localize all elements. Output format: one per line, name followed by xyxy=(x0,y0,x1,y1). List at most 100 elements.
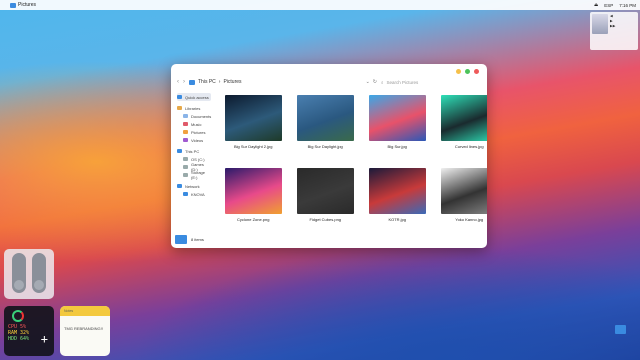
album-art xyxy=(592,14,608,34)
maximize-button[interactable] xyxy=(465,68,470,74)
volume-slider[interactable] xyxy=(12,253,26,293)
close-button[interactable] xyxy=(474,68,479,74)
file-item[interactable]: KOTR.jpg xyxy=(365,168,429,239)
media-widget[interactable]: ◀ ▶ ▶▶ xyxy=(590,12,638,50)
drive-icon xyxy=(183,165,188,169)
brightness-slider[interactable] xyxy=(32,253,46,293)
sidebar-item-label: Storage (E:) xyxy=(191,170,206,180)
add-widget-button[interactable]: + xyxy=(41,332,48,346)
sidebar-item[interactable]: Videos xyxy=(177,136,211,144)
item-count: 8 items xyxy=(191,237,204,242)
sidebar-item[interactable]: Quick access xyxy=(177,93,212,101)
file-thumbnail xyxy=(296,168,354,214)
file-item[interactable]: Cyclone Zone.png xyxy=(221,168,285,239)
note-text[interactable]: TMG REBRANDING!! xyxy=(60,316,110,341)
media-controls: ◀ ▶ ▶▶ xyxy=(610,14,615,48)
file-item[interactable]: Big Sur.jpg xyxy=(365,95,429,166)
breadcrumb-this-pc[interactable]: This PC xyxy=(198,79,216,85)
status-bar: 8 items xyxy=(175,235,204,244)
file-thumbnail xyxy=(368,168,426,214)
file-name: Cyclone Zone.png xyxy=(237,217,270,222)
play-icon[interactable]: ▶ xyxy=(610,19,615,23)
keyboard-language[interactable]: ESP xyxy=(604,3,613,8)
file-thumbnail xyxy=(296,95,354,141)
file-name: Big Sur.jpg xyxy=(387,144,407,149)
back-icon[interactable]: ‹ xyxy=(177,79,179,85)
volume-brightness-widget xyxy=(4,249,54,299)
file-name: Big Sur Daylight.jpg xyxy=(307,144,343,149)
sidebar-item-label: Quick access xyxy=(185,94,209,100)
search-icon: ⌕ xyxy=(381,79,384,85)
file-grid: Big Sur Daylight 2.jpg Big Sur Daylight.j… xyxy=(217,89,487,239)
breadcrumb-separator: › xyxy=(218,79,221,85)
file-thumbnail xyxy=(440,95,487,141)
star-icon xyxy=(177,95,182,99)
navigation-pane: Quick access Libraries Documents Music Pictu… xyxy=(171,89,217,239)
sticky-note-widget[interactable]: Notes TMG REBRANDING!! xyxy=(60,306,110,356)
active-app[interactable]: Pictures xyxy=(10,2,36,8)
library-icon xyxy=(177,106,182,110)
address-bar[interactable]: This PC › Pictures ⌄ ↻ xyxy=(189,77,377,87)
file-thumbnail xyxy=(224,95,282,141)
breadcrumb-pictures[interactable]: Pictures xyxy=(223,79,241,85)
file-item[interactable]: Yoko Kanno.jpg xyxy=(437,168,487,239)
chevron-down-icon[interactable]: ⌄ xyxy=(366,79,370,85)
sidebar-item[interactable]: Pictures xyxy=(177,128,211,136)
note-header: Notes xyxy=(60,306,110,316)
file-name: Fidget Cubes.png xyxy=(309,217,342,222)
sidebar-item[interactable]: Music xyxy=(177,120,211,128)
sidebar-item-label: Music xyxy=(191,121,202,127)
sidebar-item[interactable]: KNOVA xyxy=(177,190,211,198)
clock[interactable]: 7:16 PM xyxy=(619,3,636,8)
document-icon xyxy=(183,114,188,118)
sidebar-item-label: Videos xyxy=(191,137,204,143)
next-icon[interactable]: ▶▶ xyxy=(610,24,615,28)
prev-icon[interactable]: ◀ xyxy=(610,14,615,18)
video-icon xyxy=(183,138,188,142)
pictures-icon xyxy=(183,130,188,134)
file-item[interactable]: Big Sur Daylight 2.jpg xyxy=(221,95,285,166)
sidebar-item[interactable]: This PC xyxy=(177,147,211,155)
folder-icon xyxy=(10,2,16,8)
pc-icon xyxy=(177,149,182,153)
refresh-icon[interactable]: ↻ xyxy=(373,79,377,85)
pc-icon xyxy=(189,79,195,85)
sidebar-item-label: This PC xyxy=(185,148,200,154)
menu-bar: Pictures ⏏ ESP 7:16 PM xyxy=(0,0,640,10)
file-name: Big Sur Daylight 2.jpg xyxy=(234,144,273,149)
sidebar-item-label: Network xyxy=(185,183,200,189)
sidebar-item[interactable]: Network xyxy=(177,182,211,190)
folder-icon xyxy=(175,235,187,244)
file-thumbnail xyxy=(224,168,282,214)
minimize-button[interactable] xyxy=(456,68,461,74)
explorer-toolbar: ‹ › This PC › Pictures ⌄ ↻ ⌕ Search Pict… xyxy=(171,75,487,89)
file-item[interactable]: Big Sur Daylight.jpg xyxy=(293,95,357,166)
drive-icon xyxy=(183,173,188,177)
sidebar-item-label: Documents xyxy=(191,113,212,119)
menubar-status: ⏏ ESP 7:16 PM xyxy=(594,2,636,8)
computer-icon xyxy=(183,192,188,196)
sidebar-item-label: KNOVA xyxy=(191,191,205,197)
usage-ring-icon xyxy=(12,310,24,322)
file-item[interactable]: Curved lines.jpg xyxy=(437,95,487,166)
file-thumbnail xyxy=(368,95,426,141)
sidebar-item-label: OS (C:) xyxy=(191,156,205,162)
file-name: Yoko Kanno.jpg xyxy=(455,217,484,222)
window-controls xyxy=(171,67,487,75)
sidebar-item-label: Pictures xyxy=(191,129,206,135)
sidebar-item[interactable]: Libraries xyxy=(177,104,211,112)
desktop-folder-icon[interactable] xyxy=(615,325,626,334)
search-input[interactable]: Search Pictures xyxy=(387,80,419,85)
sidebar-item[interactable]: Documents xyxy=(177,112,211,120)
search-box[interactable]: ⌕ Search Pictures xyxy=(381,77,481,87)
forward-icon[interactable]: › xyxy=(183,79,185,85)
file-item[interactable]: Fidget Cubes.png xyxy=(293,168,357,239)
eject-icon[interactable]: ⏏ xyxy=(594,2,598,8)
music-icon xyxy=(183,122,188,126)
sidebar-item-label: Libraries xyxy=(185,105,201,111)
file-name: Curved lines.jpg xyxy=(454,144,484,149)
drive-icon xyxy=(183,157,188,161)
file-name: KOTR.jpg xyxy=(388,217,407,222)
sidebar-item[interactable]: Storage (E:) xyxy=(177,170,211,180)
system-monitor-widget: CPU 5% RAM 32% HDD 64% + xyxy=(4,306,54,356)
